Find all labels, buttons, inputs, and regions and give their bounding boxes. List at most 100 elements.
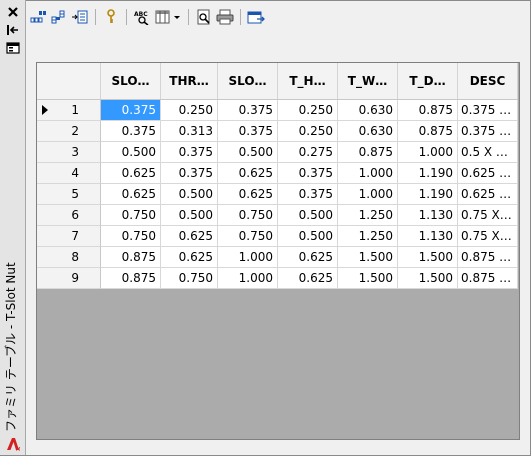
table-cell[interactable]: 0.375 [161,142,218,163]
table-cell[interactable]: 0.250 [278,121,338,142]
properties-icon[interactable] [5,41,21,55]
table-cell[interactable]: 1.500 [398,268,458,289]
table-row[interactable]: 2 0.375 0.313 0.375 0.250 0.630 0.875 0.375 … [37,121,518,142]
table-cell[interactable]: 0.750 [218,226,278,247]
column-header[interactable]: DESC [458,63,518,99]
table-cell[interactable]: 0.630 [338,121,398,142]
table-cell[interactable]: 0.375 [278,184,338,205]
preview-icon[interactable] [194,7,214,27]
desc-cell[interactable]: 0.875 … [458,268,518,289]
autohide-icon[interactable] [5,23,21,37]
table-cell[interactable]: 0.625 [218,184,278,205]
table-row[interactable]: 9 0.875 0.750 1.000 0.625 1.500 1.500 0.875 … [37,268,518,289]
table-cell[interactable]: 1.250 [338,226,398,247]
table-cell[interactable]: 0.500 [161,184,218,205]
table-cell[interactable]: 1.000 [218,268,278,289]
table-cell[interactable]: 0.375 [218,100,278,121]
table-row[interactable]: 6 0.750 0.500 0.750 0.500 1.250 1.130 0.75 X… [37,205,518,226]
column-header[interactable]: SLO… [101,63,161,99]
desc-cell[interactable]: 0.875 … [458,247,518,268]
desc-cell[interactable]: 0.375 … [458,100,518,121]
desc-cell[interactable]: 0.5 X … [458,142,518,163]
row-header[interactable]: 7 [37,226,101,247]
table-cell[interactable]: 0.375 [218,121,278,142]
desc-cell[interactable]: 0.75 X… [458,205,518,226]
table-cell[interactable]: 1.500 [398,247,458,268]
delete-icon[interactable] [70,7,90,27]
table-cell[interactable]: 0.500 [278,205,338,226]
table-cell[interactable]: 1.000 [218,247,278,268]
table-cell[interactable]: 1.130 [398,205,458,226]
table-cell[interactable]: 0.500 [278,226,338,247]
table-cell[interactable]: 0.750 [101,226,161,247]
family-table-grid[interactable]: SLO… THR… SLO… T_H… T_W… T_D… DESC 1 0.37… [36,62,520,440]
close-icon[interactable] [5,5,21,19]
row-header[interactable]: 6 [37,205,101,226]
table-cell[interactable]: 0.275 [278,142,338,163]
table-cell[interactable]: 0.375 [101,100,161,121]
table-cell[interactable]: 0.500 [161,205,218,226]
table-cell[interactable]: 0.313 [161,121,218,142]
key-icon[interactable] [101,7,121,27]
table-cell[interactable]: 0.250 [161,100,218,121]
column-header[interactable]: T_H… [278,63,338,99]
column-header[interactable]: T_W… [338,63,398,99]
desc-cell[interactable]: 0.375 … [458,121,518,142]
table-cell[interactable]: 0.625 [218,163,278,184]
table-cell[interactable]: 0.625 [101,184,161,205]
table-cell[interactable]: 1.190 [398,163,458,184]
table-cell[interactable]: 0.625 [161,226,218,247]
table-cell[interactable]: 0.375 [161,163,218,184]
column-header[interactable]: THR… [161,63,218,99]
print-icon[interactable] [215,7,235,27]
table-row[interactable]: 5 0.625 0.500 0.625 0.375 1.000 1.190 0.625 … [37,184,518,205]
desc-cell[interactable]: 0.625 … [458,184,518,205]
table-cell[interactable]: 0.750 [161,268,218,289]
table-row[interactable]: 4 0.625 0.375 0.625 0.375 1.000 1.190 0.625 … [37,163,518,184]
table-cell[interactable]: 0.630 [338,100,398,121]
table-cell[interactable]: 0.875 [101,247,161,268]
row-header[interactable]: 2 [37,121,101,142]
new-row-icon[interactable] [28,7,48,27]
table-cell[interactable]: 0.500 [101,142,161,163]
table-cell[interactable]: 0.625 [101,163,161,184]
table-cell[interactable]: 0.875 [338,142,398,163]
table-cell[interactable]: 0.375 [278,163,338,184]
row-header[interactable]: 5 [37,184,101,205]
table-cell[interactable]: 0.375 [101,121,161,142]
table-row[interactable]: 7 0.750 0.625 0.750 0.500 1.250 1.130 0.75 X… [37,226,518,247]
table-cell[interactable]: 0.875 [398,100,458,121]
table-cell[interactable]: 0.625 [161,247,218,268]
table-cell[interactable]: 0.625 [278,247,338,268]
spell-check-icon[interactable]: ABC [132,7,152,27]
column-header[interactable]: T_D… [398,63,458,99]
columns-dropdown-icon[interactable] [153,7,183,27]
table-cell[interactable]: 1.500 [338,268,398,289]
row-header[interactable]: 8 [37,247,101,268]
row-header[interactable]: 3 [37,142,101,163]
table-cell[interactable]: 0.750 [101,205,161,226]
table-cell[interactable]: 1.000 [338,184,398,205]
table-row[interactable]: 3 0.500 0.375 0.500 0.275 0.875 1.000 0.5 X … [37,142,518,163]
column-header[interactable]: SLO… [218,63,278,99]
table-row[interactable]: 1 0.375 0.250 0.375 0.250 0.630 0.875 0.375 … [37,100,518,121]
table-cell[interactable]: 1.190 [398,184,458,205]
table-cell[interactable]: 1.500 [338,247,398,268]
table-cell[interactable]: 0.875 [398,121,458,142]
desc-cell[interactable]: 0.75 X… [458,226,518,247]
table-cell[interactable]: 1.000 [338,163,398,184]
row-header[interactable]: 4 [37,163,101,184]
row-header[interactable]: 9 [37,268,101,289]
table-cell[interactable]: 0.750 [218,205,278,226]
table-cell[interactable]: 1.130 [398,226,458,247]
table-cell[interactable]: 1.000 [398,142,458,163]
table-cell[interactable]: 0.875 [101,268,161,289]
table-row[interactable]: 8 0.875 0.625 1.000 0.625 1.500 1.500 0.875 … [37,247,518,268]
export-icon[interactable] [246,7,266,27]
table-cell[interactable]: 0.500 [218,142,278,163]
new-column-icon[interactable] [49,7,69,27]
table-cell[interactable]: 1.250 [338,205,398,226]
row-header[interactable]: 1 [37,100,101,121]
table-cell[interactable]: 0.625 [278,268,338,289]
table-cell[interactable]: 0.250 [278,100,338,121]
